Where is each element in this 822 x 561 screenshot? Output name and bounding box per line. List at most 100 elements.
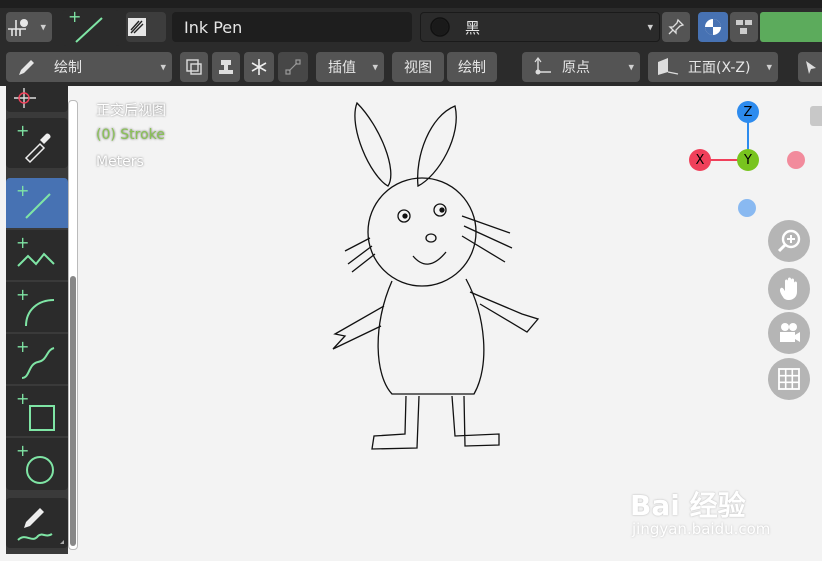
viewport-canvas[interactable]: 正交后视图 (0) Stroke Meters Z X Y Bai 经验 jin… [0, 86, 822, 561]
material-sphere-icon [430, 17, 450, 37]
pencil-icon [19, 60, 34, 75]
grid-icon [778, 368, 800, 390]
y-label: Y [744, 152, 752, 168]
texture-icon [736, 20, 752, 34]
tool-line[interactable]: + [6, 178, 68, 228]
watermark-brand: Bai 经验 [630, 489, 746, 522]
bone-icon [219, 60, 233, 74]
gizmo-neg-x-axis[interactable] [787, 151, 805, 169]
mode-label: 绘制 [54, 60, 82, 76]
eyedropper-icon: + [16, 121, 51, 164]
line-tool-icon: + [16, 181, 51, 219]
draw-label: 绘制 [458, 60, 486, 76]
gizmo-z-axis[interactable]: Z [737, 101, 759, 123]
view-name-text: 正交后视图 [96, 103, 166, 119]
tool-panel-scrollbar[interactable] [68, 100, 78, 550]
brush-name-text: Ink Pen [184, 17, 243, 37]
draw-menu[interactable]: 绘制 [447, 52, 497, 82]
transform-pivot-dropdown[interactable]: ▾ [6, 12, 52, 42]
svg-text:+: + [16, 285, 29, 304]
sidebar-toggle-tab[interactable] [810, 106, 822, 126]
pin-button[interactable] [662, 12, 690, 42]
line-draw-icon: + [68, 10, 103, 43]
orientation-dropdown[interactable]: 正面(X-Z) ▾ [648, 52, 778, 82]
window-top-strip [0, 0, 822, 8]
material-name-text: 黑 [465, 18, 481, 37]
origin-label: 原点 [562, 60, 590, 76]
tool-circle[interactable]: + [6, 438, 68, 490]
interpolate-label: 插值 [328, 60, 356, 76]
tool-polyline[interactable]: + [6, 230, 68, 280]
tool-eyedropper[interactable]: + [6, 118, 68, 168]
tool-settings-header: ▾ + Ink Pen 黑 ▾ [0, 8, 822, 48]
watermark-logo: Bai 经验 [630, 484, 746, 524]
cursor-tool-icon [14, 88, 36, 108]
tool-cursor[interactable] [6, 86, 68, 112]
origin-dropdown[interactable]: 原点 ▾ [522, 52, 640, 82]
cursor-arrow-icon [806, 61, 816, 74]
view-menu[interactable]: 视图 [392, 52, 444, 82]
material-dropdown[interactable]: 黑 ▾ [420, 12, 660, 42]
tool-box[interactable]: + [6, 386, 68, 436]
bone-button[interactable] [212, 52, 240, 82]
zoom-button[interactable] [768, 220, 810, 262]
viewport-header: 绘制 ▾ 插值 ▾ 视图 绘制 原点 ▾ 正面(X-Z) ▾ [0, 48, 822, 86]
orientation-label: 正面(X-Z) [688, 60, 751, 76]
chevron-down-icon: ▾ [628, 60, 634, 74]
svg-text:+: + [16, 181, 29, 200]
zoom-icon [777, 229, 801, 253]
polyline-icon: + [16, 233, 55, 267]
overlay-button[interactable] [798, 52, 822, 82]
chevron-down-icon: ▾ [766, 60, 772, 74]
camera-icon [780, 323, 800, 342]
origin-axis-icon [534, 57, 551, 75]
orientation-plane-icon [658, 58, 679, 75]
gizmo-neg-z-axis[interactable] [738, 199, 756, 217]
tool-arc[interactable]: + [6, 282, 68, 332]
interpolate-menu[interactable]: 插值 ▾ [316, 52, 384, 82]
material-color-swatch[interactable] [760, 12, 822, 42]
svg-text:+: + [16, 389, 29, 408]
tool-annotate[interactable] [6, 498, 68, 548]
watermark-url: jingyan.baidu.com [632, 520, 771, 538]
brush-preview-button[interactable] [126, 12, 166, 42]
scrollbar-thumb[interactable] [70, 276, 76, 546]
texture-mode-button[interactable] [730, 12, 758, 42]
z-label: Z [743, 104, 753, 120]
svg-text:+: + [68, 10, 81, 26]
camera-view-button[interactable] [768, 312, 810, 354]
ortho-toggle-button[interactable] [768, 358, 810, 400]
svg-text:+: + [16, 337, 29, 356]
brush-icon [128, 18, 146, 36]
hand-icon [779, 277, 797, 300]
svg-text:+: + [16, 121, 29, 140]
brush-name-field[interactable]: Ink Pen [172, 12, 412, 42]
box-icon: + [16, 389, 55, 431]
chevron-down-icon: ▾ [647, 20, 653, 34]
arc-icon: + [16, 285, 55, 327]
pin-icon [668, 18, 685, 35]
active-tool-line-icon[interactable]: + [62, 10, 120, 46]
view-label: 视图 [404, 60, 432, 76]
pan-button[interactable] [768, 268, 810, 310]
gizmo-x-axis[interactable]: X [689, 149, 711, 171]
curve-icon: + [16, 337, 55, 379]
annotate-pencil-icon [17, 508, 64, 544]
vertex-color-mode-button[interactable] [698, 12, 728, 42]
snowflake-icon [251, 59, 267, 75]
pivot-icon [8, 19, 28, 36]
tool-curve[interactable]: + [6, 334, 68, 384]
chevron-down-icon: ▾ [40, 20, 46, 34]
multiframe-button[interactable] [180, 52, 208, 82]
gizmo-y-axis[interactable]: Y [737, 149, 759, 171]
mode-dropdown[interactable]: 绘制 ▾ [6, 52, 172, 82]
curve-edit-icon [285, 59, 301, 75]
circle-icon: + [16, 441, 54, 484]
color-mode-icon [705, 19, 721, 35]
units-text: Meters [96, 154, 144, 170]
svg-text:+: + [16, 233, 29, 252]
svg-text:+: + [16, 441, 29, 460]
curve-edit-button[interactable] [278, 52, 308, 82]
snowflake-button[interactable] [244, 52, 274, 82]
active-object-text: (0) Stroke [96, 127, 165, 143]
